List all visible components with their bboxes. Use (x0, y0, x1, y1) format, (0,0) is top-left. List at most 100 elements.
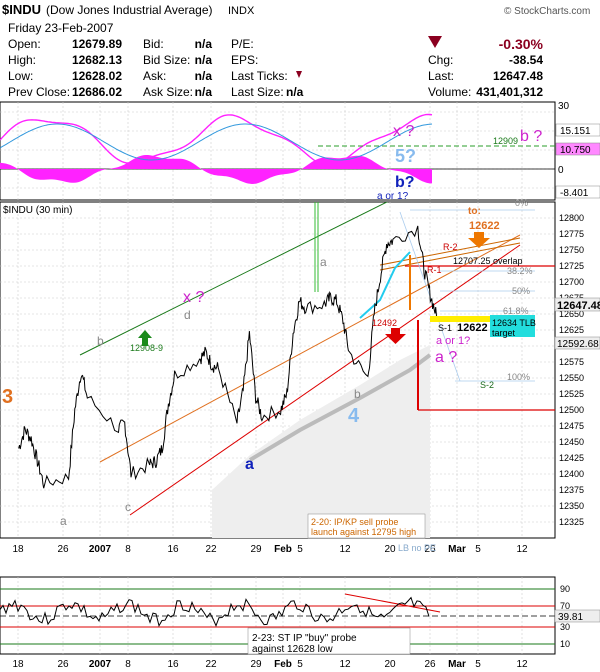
wave-3-label: 3 (2, 386, 13, 408)
label-target: target (492, 328, 516, 338)
label-s1: S-1 (438, 323, 452, 333)
label-r2: R-2 (443, 242, 458, 252)
x-tick-label: 16 (167, 544, 179, 555)
rsi-last-label: 39.81 (558, 612, 583, 623)
x-tick-label: 18 (12, 544, 24, 555)
pct-change: -0.30% (499, 36, 544, 52)
stock-chart: 30 15.151 10.750 0 -8.401 $INDU (30 min)… (0, 2, 600, 670)
label-b-q: b? (395, 174, 415, 191)
note-2-20-line1: 2-20: IP/KP sell probe (311, 517, 398, 527)
y-tick-label: 12575 (559, 357, 584, 367)
hdr-value: 12647.48 (493, 69, 543, 83)
hdr-value: n/a (195, 69, 213, 83)
label-fib-618: 61.8% (503, 306, 529, 316)
y-tick-label: 12550 (559, 373, 584, 383)
hdr-label: P/E: (231, 37, 254, 51)
osc-panel-frame (0, 101, 556, 201)
hdr-label: EPS: (231, 53, 258, 67)
x-tick-label: 12 (339, 544, 351, 555)
label-x-q: x ? (183, 289, 204, 306)
y-tick-label: 12750 (559, 245, 584, 255)
label-12909: 12909 (493, 136, 518, 146)
x-tick-label: 16 (167, 659, 179, 670)
label-a-blue: a (245, 456, 254, 473)
hdr-label: Last Ticks: (231, 69, 288, 83)
rsi-y-tick: 30 (560, 622, 570, 632)
label-a-or-1-top: a or 1? (377, 191, 409, 202)
rsi-x-axis: 18 26 2007 8 16 22 29 Feb 5 12 20 26 Mar 5 12 (12, 659, 528, 670)
y-tick-label: 12475 (559, 421, 584, 431)
osc-label-10750: 10.750 (560, 145, 591, 156)
label-b-left: b (97, 334, 104, 348)
label-fib-0: 0% (515, 198, 528, 208)
hdr-value: -38.54 (509, 53, 543, 67)
y-tick-label: 12800 (559, 213, 584, 223)
main-y-axis: 12325 12350 12375 12400 12425 12450 12475 12500… (559, 213, 584, 527)
label-overlap: 12707.25 overlap (453, 256, 523, 266)
label-a-or-1-low: a or 1? (436, 335, 470, 347)
label-tlb: 12634 TLB (492, 318, 536, 328)
x-tick-label: 5 (475, 544, 481, 555)
y-tick-label: 12375 (559, 485, 584, 495)
note-2-23-line1: 2-23: ST IP "buy" probe (252, 633, 357, 644)
x-tick-label: 29 (250, 659, 262, 670)
osc-label-m8401: -8.401 (560, 188, 589, 199)
label-c-left: c (125, 500, 131, 514)
main-panel-title: $INDU (30 min) (3, 205, 72, 216)
label-five-q: 5? (395, 146, 416, 166)
hdr-label: Chg: (428, 53, 453, 67)
hdr-label: Bid: (143, 37, 164, 51)
label-s1-val: 12622 (457, 322, 488, 334)
x-tick-label: 12 (339, 659, 351, 670)
hdr-value: 12686.02 (72, 85, 122, 99)
y-tick-label: 12400 (559, 469, 584, 479)
label-a-left: a (60, 514, 67, 528)
hdr-label: Ask Size: (143, 85, 193, 99)
hdr-value: n/a (195, 37, 213, 51)
hdr-label: Open: (8, 37, 41, 51)
y-tick-label: 12525 (559, 389, 584, 399)
hdr-value: 12628.02 (72, 69, 122, 83)
hdr-label: Bid Size: (143, 53, 190, 67)
label-b-mid: b (354, 387, 361, 401)
label-s2: S-2 (480, 380, 494, 390)
label-to-val: 12622 (469, 220, 500, 232)
hdr-label: Volume: (428, 85, 471, 99)
last-tick-arrow-icon (296, 71, 302, 78)
date-label: Friday 23-Feb-2007 (8, 21, 114, 35)
x-tick-label: 5 (297, 544, 303, 555)
y-tick-label: 12725 (559, 261, 584, 271)
hdr-value: 431,401,312 (476, 85, 543, 99)
quote-table: Open: 12679.89 Bid: n/a P/E: Chg: -38.54 High: 1… (8, 37, 543, 99)
label-a-q: a ? (435, 349, 457, 366)
rsi-y-tick: 90 (560, 584, 570, 594)
y-tick-label: 12450 (559, 437, 584, 447)
exchange-label: INDX (228, 5, 255, 17)
symbol-title: $INDU (2, 2, 41, 17)
hdr-label: Last: (428, 69, 454, 83)
label-four: 4 (348, 405, 360, 427)
hdr-value: n/a (195, 85, 213, 99)
x-tick-label: 20 (384, 659, 396, 670)
note-2-20-line2: launch against 12795 high (311, 527, 416, 537)
x-tick-label: 22 (205, 659, 217, 670)
label-lb: LB no PE (398, 543, 436, 553)
label-x-q-osc: x ? (393, 123, 414, 140)
main-x-axis: 18 26 2007 8 16 22 29 Feb 5 12 20 26 Mar 5 12 (12, 544, 528, 555)
osc-label-30: 30 (558, 101, 570, 112)
label-a-mid: a (320, 255, 327, 269)
hdr-label: Low: (8, 69, 33, 83)
x-tick-label: 8 (125, 659, 131, 670)
hdr-label: Prev Close: (8, 85, 70, 99)
x-tick-label: Feb (274, 659, 292, 670)
x-tick-label: 26 (57, 659, 69, 670)
x-tick-label: 8 (125, 544, 131, 555)
label-fib-50: 50% (512, 286, 530, 296)
osc-label-15151: 15.151 (560, 126, 591, 137)
x-tick-label: 22 (205, 544, 217, 555)
y-tick-label: 12625 (559, 325, 584, 335)
label-b-q-far: b ? (520, 128, 542, 145)
y-tick-label: 12775 (559, 229, 584, 239)
secondary-value-label: 12592.68 (557, 339, 599, 350)
x-tick-label: 12 (516, 544, 528, 555)
